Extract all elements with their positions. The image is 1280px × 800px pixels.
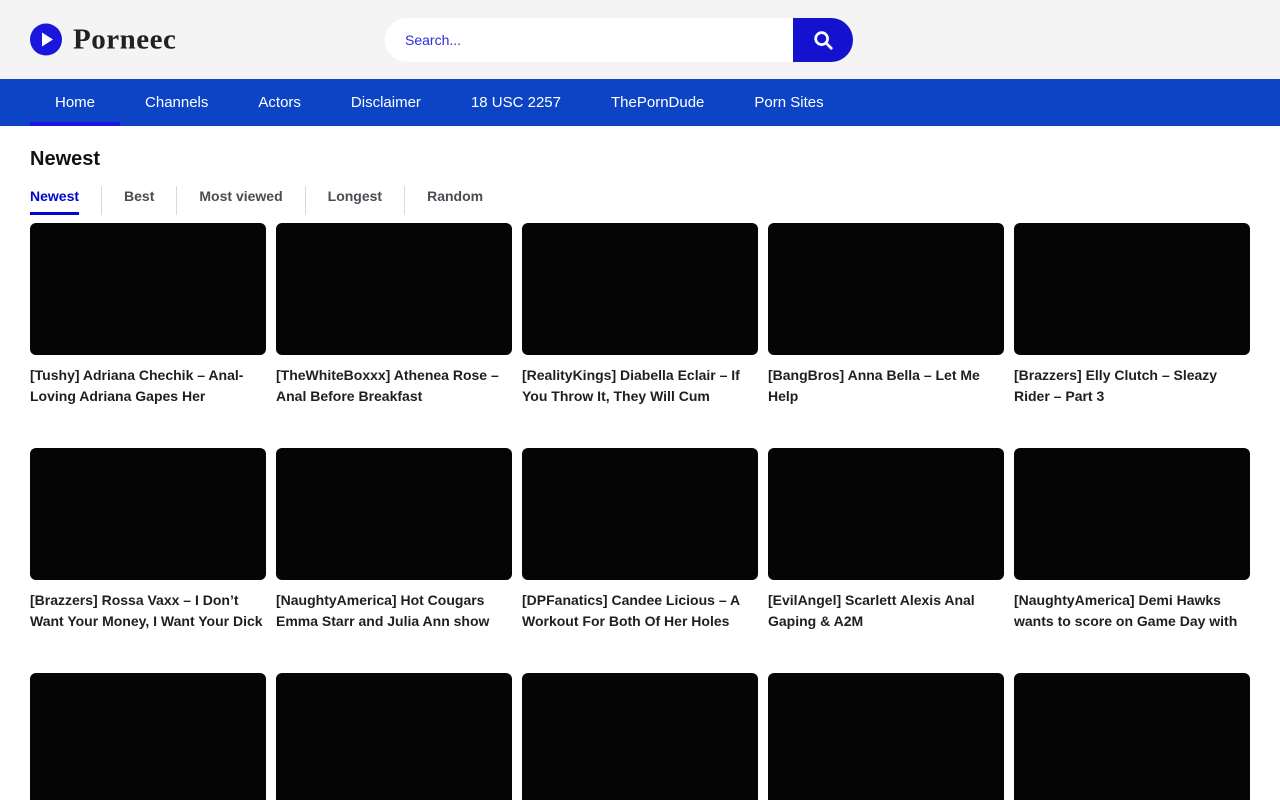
video-card[interactable]: [NaughtyAmerica] Demi Hawks wants to sco… [1014,448,1250,632]
nav-item-home[interactable]: Home [30,79,120,126]
logo-text: Porneec [73,23,176,56]
video-thumbnail[interactable] [522,673,758,800]
video-card[interactable] [1014,673,1250,800]
tab-newest[interactable]: Newest [30,186,101,215]
main-nav: Home Channels Actors Disclaimer 18 USC 2… [0,79,1280,126]
video-card[interactable] [276,673,512,800]
video-thumbnail[interactable] [1014,223,1250,355]
nav-item-theporndude[interactable]: ThePornDude [586,79,729,126]
search-form [385,18,853,62]
main-content: Newest Newest Best Most viewed Longest R… [0,148,1280,800]
tab-longest-label: Longest [328,186,382,215]
video-title[interactable]: [RealityKings] Diabella Eclair – If You … [522,365,758,407]
nav-item-channels[interactable]: Channels [120,79,233,126]
video-card[interactable] [522,673,758,800]
tab-newest-label: Newest [30,186,79,215]
search-button[interactable] [793,18,853,62]
video-grid: [Tushy] Adriana Chechik – Anal-Loving Ad… [30,223,1250,800]
video-title[interactable]: [DPFanatics] Candee Licious – A Workout … [522,590,758,632]
video-thumbnail[interactable] [276,448,512,580]
site-header: Porneec [0,0,1280,79]
video-thumbnail[interactable] [30,673,266,800]
nav-item-18-usc-2257[interactable]: 18 USC 2257 [446,79,586,126]
video-title[interactable]: [NaughtyAmerica] Demi Hawks wants to sco… [1014,590,1250,632]
video-card[interactable]: [Brazzers] Rossa Vaxx – I Don’t Want You… [30,448,266,632]
video-title[interactable]: [EvilAngel] Scarlett Alexis Anal Gaping … [768,590,1004,632]
search-icon [812,29,834,51]
video-thumbnail[interactable] [768,223,1004,355]
video-thumbnail[interactable] [522,448,758,580]
video-title[interactable]: [Tushy] Adriana Chechik – Anal-Loving Ad… [30,365,266,407]
video-card[interactable] [30,673,266,800]
video-thumbnail[interactable] [276,223,512,355]
nav-item-actors[interactable]: Actors [233,79,326,126]
video-title[interactable]: [NaughtyAmerica] Hot Cougars Emma Starr … [276,590,512,632]
page-title: Newest [30,148,1250,171]
video-card[interactable]: [Brazzers] Elly Clutch – Sleazy Rider – … [1014,223,1250,407]
video-thumbnail[interactable] [276,673,512,800]
tab-best-label: Best [124,186,154,215]
video-title[interactable]: [BangBros] Anna Bella – Let Me Help [768,365,1004,407]
video-title[interactable]: [Brazzers] Rossa Vaxx – I Don’t Want You… [30,590,266,632]
video-thumbnail[interactable] [1014,673,1250,800]
tab-best[interactable]: Best [101,186,176,215]
video-card[interactable]: [DPFanatics] Candee Licious – A Workout … [522,448,758,632]
video-thumbnail[interactable] [768,673,1004,800]
tab-random[interactable]: Random [404,186,505,215]
video-thumbnail[interactable] [1014,448,1250,580]
site-logo[interactable]: Porneec [30,23,176,56]
search-input[interactable] [385,18,853,62]
video-thumbnail[interactable] [768,448,1004,580]
tab-most-viewed[interactable]: Most viewed [176,186,304,215]
video-title[interactable]: [Brazzers] Elly Clutch – Sleazy Rider – … [1014,365,1250,407]
video-thumbnail[interactable] [522,223,758,355]
play-icon [30,24,62,56]
video-card[interactable]: [EvilAngel] Scarlett Alexis Anal Gaping … [768,448,1004,632]
video-thumbnail[interactable] [30,223,266,355]
video-card[interactable]: [RealityKings] Diabella Eclair – If You … [522,223,758,407]
video-thumbnail[interactable] [30,448,266,580]
sort-tabs: Newest Best Most viewed Longest Random [30,186,1250,215]
tab-random-label: Random [427,186,483,215]
nav-item-disclaimer[interactable]: Disclaimer [326,79,446,126]
video-card[interactable]: [BangBros] Anna Bella – Let Me Help [768,223,1004,407]
video-title[interactable]: [TheWhiteBoxxx] Athenea Rose – Anal Befo… [276,365,512,407]
video-card[interactable]: [NaughtyAmerica] Hot Cougars Emma Starr … [276,448,512,632]
video-card[interactable]: [TheWhiteBoxxx] Athenea Rose – Anal Befo… [276,223,512,407]
video-card[interactable]: [Tushy] Adriana Chechik – Anal-Loving Ad… [30,223,266,407]
video-card[interactable] [768,673,1004,800]
nav-item-porn-sites[interactable]: Porn Sites [729,79,848,126]
tab-longest[interactable]: Longest [305,186,404,215]
tab-most-viewed-label: Most viewed [199,186,282,215]
